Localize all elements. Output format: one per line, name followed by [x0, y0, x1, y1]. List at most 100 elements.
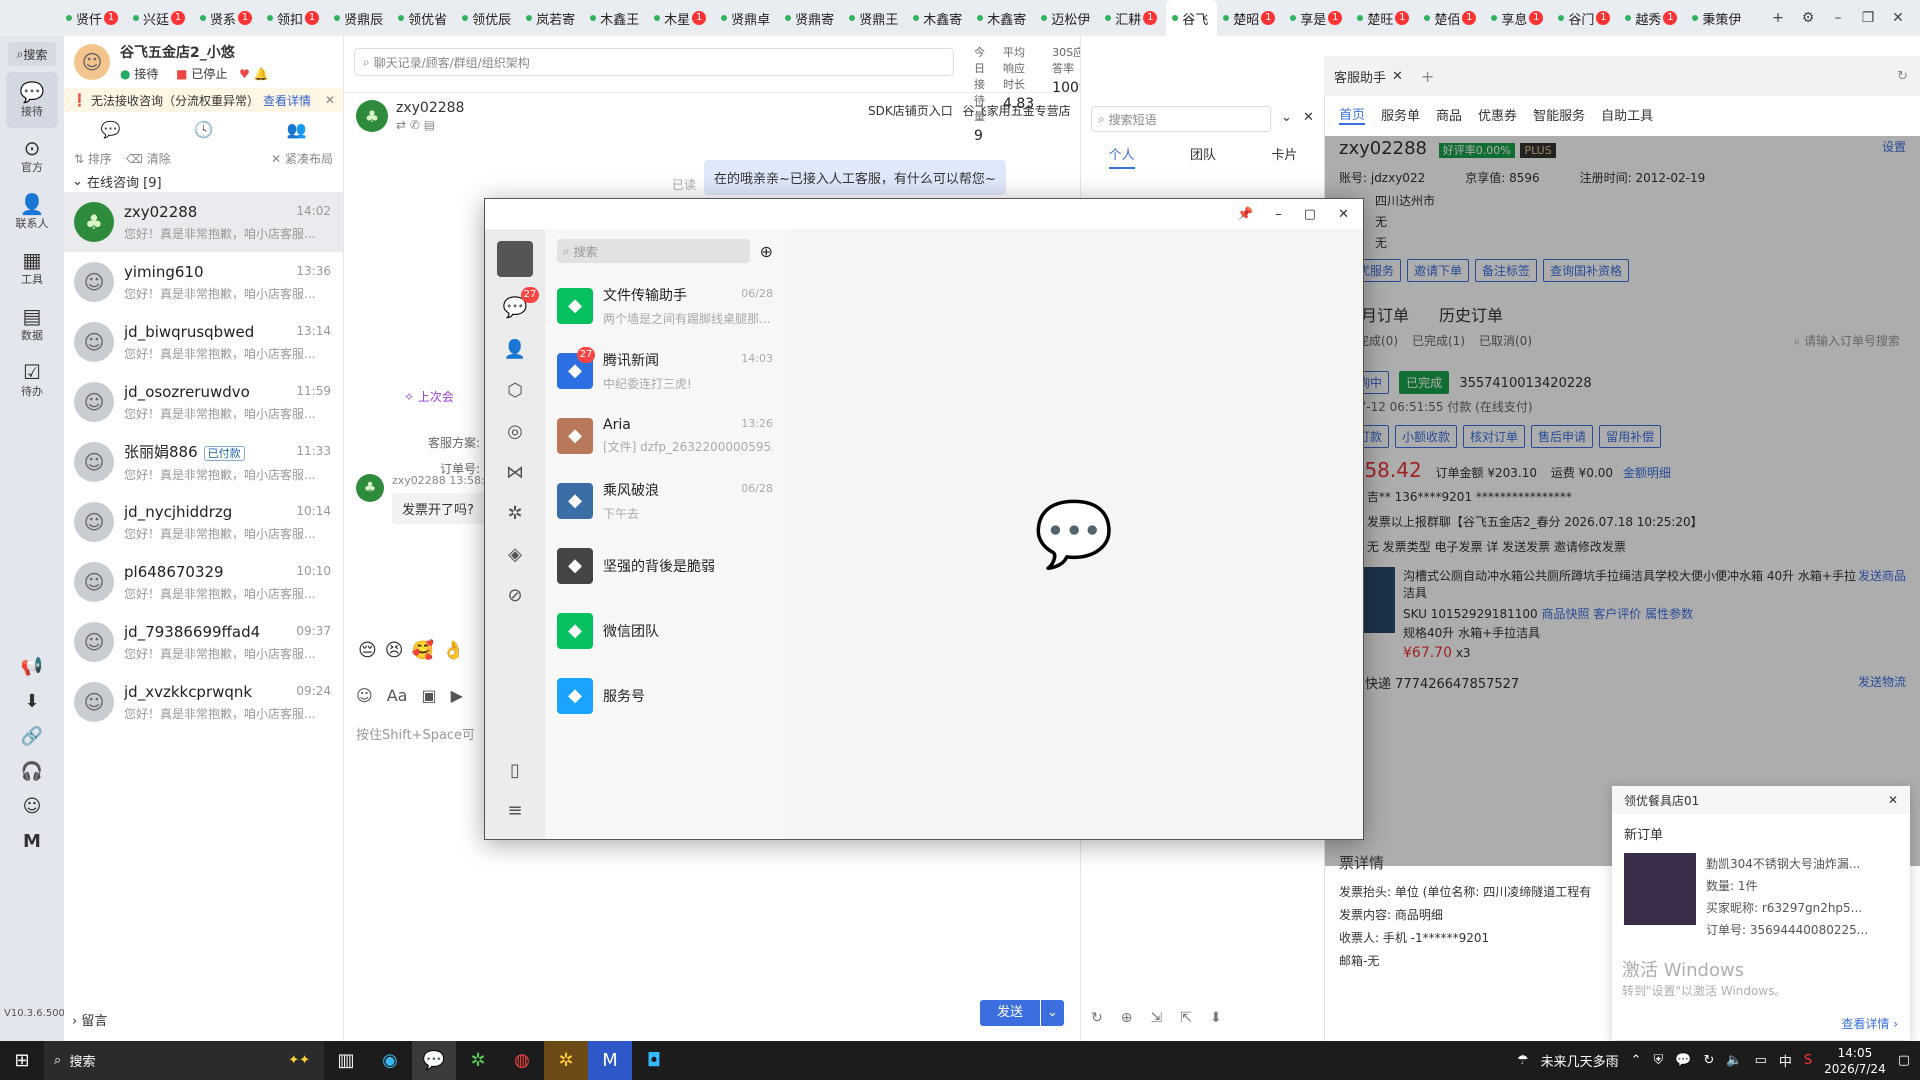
top-tab[interactable]: 领优省: [392, 0, 456, 36]
robot-icon[interactable]: ☺: [23, 796, 42, 817]
link-icon[interactable]: 🔗: [21, 726, 43, 747]
heart-icon[interactable]: ♥: [239, 67, 250, 81]
settings-icon[interactable]: ⚙: [1800, 10, 1816, 26]
top-tab[interactable]: 楚旺 1: [1351, 0, 1418, 36]
wechat-miniprogram-icon[interactable]: ◈: [485, 544, 545, 565]
font-icon[interactable]: Aa: [387, 686, 408, 705]
wechat-chats-icon[interactable]: 💬 27: [485, 287, 545, 319]
tray-sync-icon[interactable]: ↻: [1704, 1053, 1715, 1068]
app-icon[interactable]: ✲: [456, 1041, 500, 1080]
pin-icon[interactable]: 📌: [1237, 207, 1253, 222]
customer-avatar[interactable]: ♣: [356, 100, 388, 132]
top-tab[interactable]: 谷门 1: [1552, 0, 1619, 36]
tray-app-icon[interactable]: S: [1804, 1053, 1812, 1068]
assistant-nav-item[interactable]: 服务单: [1381, 105, 1420, 124]
transfer-icon[interactable]: ⇄: [396, 118, 406, 132]
headset-icon[interactable]: 🎧: [21, 761, 43, 782]
shop-avatar[interactable]: ☺: [74, 44, 110, 80]
reception-status[interactable]: 接待: [134, 67, 158, 81]
network-icon[interactable]: ▭: [1755, 1053, 1767, 1068]
video-icon[interactable]: ▶: [451, 686, 463, 705]
minimize-icon[interactable]: –: [1275, 207, 1282, 222]
assistant-nav-item[interactable]: 优惠券: [1478, 105, 1517, 124]
top-tab[interactable]: 领优辰: [456, 0, 520, 36]
top-tab[interactable]: 贤鼎寄: [779, 0, 843, 36]
compact-button[interactable]: ✕ 紧凑布局: [271, 150, 333, 167]
clear-button[interactable]: ⌫ 清除: [126, 150, 171, 167]
menu-icon[interactable]: ≡: [485, 800, 545, 821]
close-icon[interactable]: ✕: [1338, 207, 1349, 222]
message-section-header[interactable]: › 留言: [72, 1010, 107, 1029]
restore-icon[interactable]: ❐: [1860, 10, 1876, 26]
history-tab-icon[interactable]: 🕓: [194, 120, 214, 139]
phone-icon[interactable]: ▯: [485, 760, 545, 781]
app-icon[interactable]: M: [588, 1041, 632, 1080]
send-options-chevron-icon[interactable]: ⌄: [1040, 1000, 1064, 1026]
emoji-icon[interactable]: 😔: [358, 640, 377, 661]
megaphone-icon[interactable]: 📢: [21, 656, 43, 677]
top-tab[interactable]: 贤鼎王: [843, 0, 907, 36]
refresh-icon[interactable]: ↻: [1897, 69, 1908, 84]
add-icon[interactable]: ⊕: [1121, 1010, 1133, 1026]
weather-icon[interactable]: ☂: [1517, 1053, 1529, 1068]
rail-item-3[interactable]: ▦ 工具: [0, 240, 64, 296]
top-tab[interactable]: 木鑫寄: [971, 0, 1035, 36]
app-icon[interactable]: ◍: [500, 1041, 544, 1080]
top-tab[interactable]: 贤鼎卓: [715, 0, 779, 36]
note-icon[interactable]: ▤: [424, 118, 435, 132]
top-tab[interactable]: 谷飞: [1166, 0, 1218, 36]
top-tab[interactable]: 岚若寄: [520, 0, 584, 36]
wechat-search-input[interactable]: ⌕ 搜索: [557, 239, 750, 263]
close-icon[interactable]: ✕: [1303, 110, 1314, 125]
app-icon[interactable]: ◘: [632, 1041, 676, 1080]
assistant-nav-item[interactable]: 商品: [1436, 105, 1462, 124]
online-section-header[interactable]: ⌄ 在线咨询 [9]: [64, 170, 343, 192]
tab-card[interactable]: 卡片: [1271, 144, 1297, 169]
top-tab[interactable]: 楚昭 1: [1217, 0, 1284, 36]
emoji-icon[interactable]: 🥰: [412, 640, 434, 661]
popup-product-image[interactable]: [1624, 853, 1696, 925]
top-tab[interactable]: 汇耕 1: [1099, 0, 1166, 36]
ime-indicator[interactable]: 中: [1779, 1051, 1792, 1070]
volume-icon[interactable]: 🔈: [1726, 1053, 1742, 1068]
wechat-chat-item[interactable]: ◆ 坚强的背後是脆弱: [545, 533, 785, 598]
rail-item-2[interactable]: 👤 联系人: [0, 184, 64, 240]
top-tab[interactable]: 享息 1: [1485, 0, 1552, 36]
wechat-chat-item[interactable]: ◆ 微信团队: [545, 598, 785, 663]
add-chat-icon[interactable]: ⊕: [760, 242, 773, 261]
assistant-tab[interactable]: 客服助手: [1334, 67, 1386, 86]
emoji-icon[interactable]: 👌: [442, 640, 464, 661]
group-tab-icon[interactable]: 👥: [287, 120, 307, 139]
smiley-icon[interactable]: ☺: [356, 686, 373, 705]
tray-chevron-icon[interactable]: ⌃: [1631, 1053, 1642, 1068]
export-icon[interactable]: ⇱: [1180, 1010, 1192, 1026]
top-tab[interactable]: 木鑫寄: [907, 0, 971, 36]
wechat-chat-item[interactable]: ◆ 服务号: [545, 663, 785, 728]
assistant-tab-close-icon[interactable]: ✕: [1392, 69, 1403, 84]
assistant-nav-item[interactable]: 首页: [1339, 104, 1366, 125]
refresh-icon[interactable]: ↻: [1091, 1010, 1103, 1026]
close-icon[interactable]: ✕: [1890, 10, 1906, 26]
top-tab[interactable]: 贤系 1: [194, 0, 261, 36]
wechat-chat-item[interactable]: ◆ 乘风破浪 下午去 06/28: [545, 468, 785, 533]
import-icon[interactable]: ⇲: [1150, 1010, 1162, 1026]
wechat-app-icon[interactable]: 💬: [412, 1041, 456, 1080]
stop-status[interactable]: 已停止: [191, 67, 227, 81]
add-tab-icon[interactable]: +: [1770, 10, 1786, 26]
top-tab[interactable]: 领扣 1: [261, 0, 328, 36]
assistant-nav-item[interactable]: 自助工具: [1601, 105, 1653, 124]
top-tab[interactable]: 木星 1: [648, 0, 715, 36]
clock[interactable]: 14:05 2026/7/24: [1824, 1045, 1886, 1077]
wechat-user-avatar[interactable]: [497, 241, 533, 277]
assistant-nav-item[interactable]: 智能服务: [1533, 105, 1585, 124]
rail-item-5[interactable]: ☑ 待办: [0, 352, 64, 408]
bell-icon[interactable]: 🔔: [254, 67, 269, 81]
task-view-icon[interactable]: ▥: [324, 1041, 368, 1080]
conversation-item[interactable]: ☺ pl648670329 您好！真是非常抱歉，咱小店客服... 10:10: [64, 552, 343, 612]
conversation-item[interactable]: ☺ jd_79386699ffad4 您好！真是非常抱歉，咱小店客服... 09:37: [64, 612, 343, 672]
alert-link[interactable]: 查看详情: [263, 92, 311, 109]
windows-start-icon[interactable]: ⊞: [0, 1041, 44, 1080]
image-icon[interactable]: ▣: [421, 686, 436, 705]
weather-text[interactable]: 未来几天多雨: [1541, 1051, 1619, 1070]
wechat-contacts-icon[interactable]: 👤: [485, 339, 545, 360]
